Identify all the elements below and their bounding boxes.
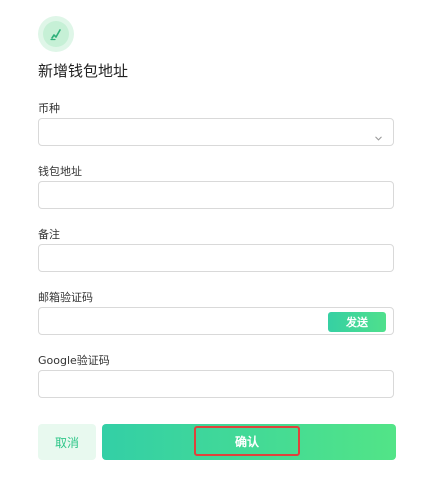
currency-label: 币种 (38, 102, 60, 115)
cancel-button[interactable]: 取消 (38, 424, 96, 460)
email-code-input[interactable] (39, 308, 319, 334)
email-code-label: 邮箱验证码 (38, 291, 93, 304)
page-title: 新增钱包地址 (38, 62, 129, 80)
email-code-field: 发送 (38, 307, 394, 335)
confirm-button-label: 确认 (194, 426, 300, 456)
google-code-label: Google验证码 (38, 354, 110, 367)
google-code-input[interactable] (39, 371, 393, 397)
address-field (38, 181, 394, 209)
remark-input[interactable] (39, 245, 393, 271)
address-input[interactable] (39, 182, 393, 208)
send-code-button[interactable]: 发送 (328, 312, 386, 332)
currency-select[interactable] (38, 118, 394, 146)
address-label: 钱包地址 (38, 165, 82, 178)
chevron-down-icon (374, 128, 383, 147)
currency-select-value[interactable] (39, 119, 393, 145)
google-code-field (38, 370, 394, 398)
remark-label: 备注 (38, 228, 60, 241)
remark-field (38, 244, 394, 272)
confirm-button[interactable]: 确认 (102, 424, 396, 460)
wallet-edit-icon (38, 16, 74, 52)
